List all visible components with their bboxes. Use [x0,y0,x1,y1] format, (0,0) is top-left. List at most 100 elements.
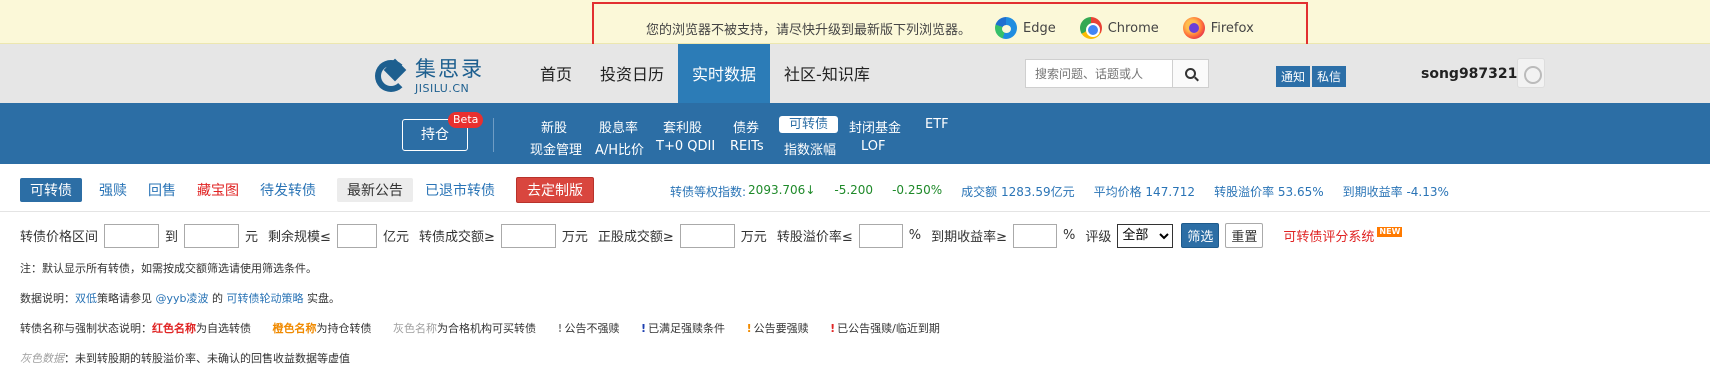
tab-treasure-map[interactable]: 藏宝图 [197,180,239,200]
subnav-convertible-bonds[interactable]: 可转债 [779,116,839,133]
gray-data-label: 灰色数据 [20,352,64,365]
exclaim-blue-icon: ! [641,322,647,335]
rating-select[interactable]: 全部 [1117,223,1174,248]
price-min-input[interactable] [104,223,160,248]
tab-latest-announcements[interactable]: 最新公告 [337,178,413,202]
ytm-unit: % [1062,228,1076,243]
legend-red: 红色名称 [152,322,196,335]
notifications-button[interactable]: 通知 [1276,66,1311,87]
legend-orange: 橙色名称 [272,322,317,335]
exclaim-orange-icon: ! [746,322,752,335]
nav-realtime-data[interactable]: 实时数据 [678,44,771,103]
site-logo[interactable]: 集思录 JISILU.CN [375,56,484,96]
note-data-suffix: 实盘。 [303,292,341,305]
nav-calendar[interactable]: 投资日历 [586,44,678,103]
premium-stat: 转股溢价率 53.65% [1214,185,1324,199]
price-max-input[interactable] [184,223,240,248]
legend-orange-desc: 为持仓转债 [316,322,372,335]
legend-prefix: 转债名称与强制状态说明： [20,322,152,335]
premium-unit: % [908,228,922,243]
cb-tabs: 可转债 强赎 回售 藏宝图 待发转债 最新公告 已退市转债 去定制版 [20,177,594,203]
cb-volume-input[interactable] [500,223,556,248]
stock-volume-unit: 万元 [740,230,767,245]
chrome-link[interactable]: Chrome [1079,17,1159,39]
gray-data-desc: ：未到转股期的转股溢价率、未确认的回售收益数据等虚值 [64,352,350,365]
search-button[interactable] [1172,60,1208,87]
exclaim-red-icon: ! [830,322,836,335]
index-label: 转债等权指数: [670,185,747,199]
note-legend: 转债名称与强制状态说明：红色名称为自选转债 橙色名称为持仓转债 灰色名称为合格机… [20,320,940,336]
edge-icon [995,17,1018,39]
yi-yuan-label: 亿元 [382,230,409,245]
nav-community[interactable]: 社区-知识库 [770,44,884,103]
subnav-t0-qdii[interactable]: T+0 QDII [656,139,715,154]
subnav-ah-ratio[interactable]: A/H比价 [595,139,644,158]
legend-redeem-met: 已满足强赎条件 [648,322,726,335]
edge-link[interactable]: Edge [995,17,1056,39]
stock-volume-input[interactable] [679,223,735,248]
premium-label: 转股溢价率≤ [776,230,853,245]
legend-redeemed: 已公告强赎/临近到期 [837,322,940,335]
filter-row: 转债价格区间 到 元 剩余规模≤ 亿元 转债成交额≥ 万元 正股成交额≥ 万元 … [20,223,1403,248]
tab-put-back[interactable]: 回售 [148,180,176,200]
subnav-reits[interactable]: REITs [730,139,764,154]
ytm-label: 到期收益率≥ [931,230,1007,245]
author-link[interactable]: @yyb凌波 [156,292,209,305]
subnav-closed-funds[interactable]: 封闭基金 [849,117,901,136]
exclaim-gray-icon: ! [557,322,563,335]
subnav-index-change[interactable]: 指数涨幅 [784,139,836,158]
double-low-link[interactable]: 双低 [75,292,97,305]
note-data-mid2: 的 [208,292,227,305]
rating-label: 评级 [1085,230,1112,245]
firefox-link[interactable]: Firefox [1182,17,1254,39]
search-icon [1185,68,1196,79]
browser-warning-message: 您的浏览器不被支持，请尽快升级到最新版下列浏览器。 [646,22,972,38]
tab-forced-redemption[interactable]: 强赎 [99,180,127,200]
legend-gray: 灰色名称 [393,322,437,335]
index-arrow: ↓ [805,183,816,197]
strategy-link[interactable]: 可转债轮动策略 [227,292,304,305]
username[interactable]: song987321 [1421,66,1517,82]
subnav-etf[interactable]: ETF [925,117,949,132]
chrome-icon [1079,17,1102,39]
remaining-size-input[interactable] [336,223,377,248]
reset-button[interactable]: 重置 [1225,223,1264,248]
subnav-lof[interactable]: LOF [861,139,886,154]
logo-en: JISILU.CN [415,81,470,95]
score-system-link[interactable]: 可转债评分系统 [1283,226,1374,245]
subnav-ipo[interactable]: 新股 [541,117,567,136]
legend-no-redeem: 公告不强赎 [564,322,620,335]
index-change-pct: -0.250% [892,183,943,197]
note-gray-data: 灰色数据：未到转股期的转股溢价率、未确认的回售收益数据等虚值 [20,350,350,366]
subnav-cash-mgmt[interactable]: 现金管理 [530,139,582,158]
firefox-icon [1182,17,1205,39]
ytm-input[interactable] [1012,223,1057,248]
logo-cn: 集思录 [415,56,484,81]
legend-gray-desc: 为合格机构可买转债 [437,322,536,335]
index-change: -5.200 [834,183,874,197]
subnav-dividend[interactable]: 股息率 [599,117,638,136]
divider-line [0,211,1710,212]
search-box [1025,59,1209,88]
tab-pending-issue[interactable]: 待发转债 [260,180,316,200]
subnav-arbitrage[interactable]: 套利股 [663,117,702,136]
stock-volume-label: 正股成交额≥ [597,230,674,245]
subnav-bonds[interactable]: 债券 [733,117,759,136]
avg-price-stat: 平均价格 147.712 [1093,185,1196,199]
firefox-label: Firefox [1210,20,1254,36]
note-data-mid1: 策略请参见 [97,292,156,305]
avatar[interactable] [1517,58,1545,88]
messages-button[interactable]: 私信 [1312,66,1347,87]
nav-home[interactable]: 首页 [526,44,586,103]
tab-delisted[interactable]: 已退市转债 [425,180,495,200]
beta-badge: Beta [448,112,484,128]
custom-version-button[interactable]: 去定制版 [516,177,594,203]
legend-to-redeem: 公告要强赎 [753,322,809,335]
price-range-label: 转债价格区间 [20,230,99,245]
search-input[interactable] [1026,60,1172,87]
chrome-label: Chrome [1107,20,1159,36]
tab-convertible[interactable]: 可转债 [20,178,82,202]
filter-button[interactable]: 筛选 [1181,223,1220,248]
note-data-prefix: 数据说明： [20,292,75,305]
premium-input[interactable] [858,223,903,248]
